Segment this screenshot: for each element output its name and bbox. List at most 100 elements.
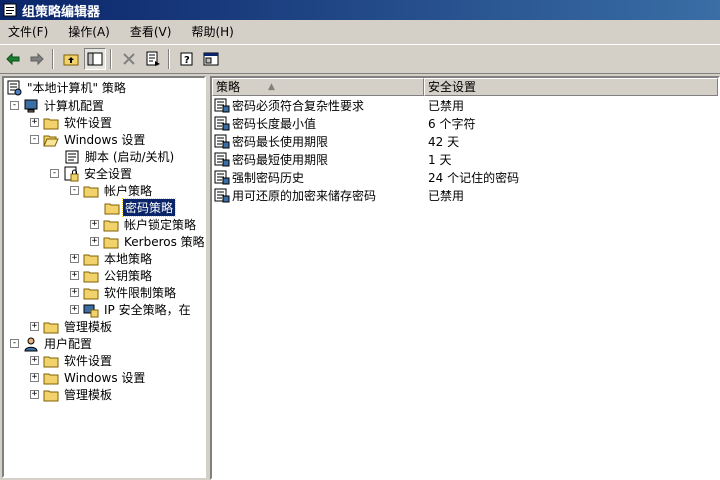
tree-label: 用户配置 bbox=[44, 337, 93, 351]
tree-item-computer-config[interactable]: - 计算机配置 bbox=[10, 97, 106, 114]
expand-toggle[interactable]: + bbox=[90, 220, 99, 229]
tree-item-account-policies[interactable]: - 帐户策略 bbox=[70, 182, 154, 199]
column-header-label: 安全设置 bbox=[428, 80, 477, 94]
tree-label: 公钥策略 bbox=[104, 269, 153, 283]
folder-icon bbox=[43, 373, 59, 384]
tree-label: 帐户锁定策略 bbox=[124, 218, 197, 232]
tree-item-kerberos-policy[interactable]: + Kerberos 策略 bbox=[90, 233, 204, 250]
list-row[interactable]: 密码必须符合复杂性要求 已禁用 bbox=[212, 96, 718, 114]
tree-item-local-policy[interactable]: "本地计算机" 策略 bbox=[6, 79, 128, 96]
menu-help[interactable]: 帮助(H) bbox=[183, 22, 241, 42]
tree-item-public-key-policies[interactable]: + 公钥策略 bbox=[70, 267, 154, 284]
list-row[interactable]: 密码长度最小值 6 个字符 bbox=[212, 114, 718, 132]
tree-label: 管理模板 bbox=[64, 320, 113, 334]
collapse-toggle[interactable]: - bbox=[50, 169, 59, 178]
tree-item-password-policy[interactable]: 密码策略 bbox=[104, 198, 177, 217]
policy-setting-icon bbox=[214, 188, 230, 203]
tree-item-windows-settings[interactable]: - Windows 设置 bbox=[30, 131, 147, 148]
sort-ascending-icon: ▲ bbox=[268, 82, 275, 92]
tree-item-user-config[interactable]: - 用户配置 bbox=[10, 335, 94, 352]
policy-cell: 密码最短使用期限 bbox=[212, 151, 424, 168]
toolbar-separator bbox=[110, 49, 112, 69]
policy-setting-icon bbox=[214, 152, 230, 167]
tree-label: 软件设置 bbox=[64, 354, 113, 368]
tree-item-user-windows-settings[interactable]: + Windows 设置 bbox=[30, 369, 147, 386]
folder-icon bbox=[43, 390, 59, 401]
expand-toggle[interactable]: + bbox=[30, 390, 39, 399]
export-list-button[interactable] bbox=[142, 48, 164, 70]
column-header-security-setting[interactable]: 安全设置 bbox=[424, 78, 718, 96]
expand-toggle[interactable]: + bbox=[70, 271, 79, 280]
collapse-toggle[interactable]: - bbox=[30, 135, 39, 144]
expand-toggle[interactable]: + bbox=[30, 118, 39, 127]
menu-file[interactable]: 文件(F) bbox=[0, 22, 56, 42]
tree-item-security-settings[interactable]: - 安全设置 bbox=[50, 165, 134, 182]
expand-toggle[interactable]: + bbox=[30, 322, 39, 331]
list-row[interactable]: 用可还原的加密来储存密码 已禁用 bbox=[212, 186, 718, 204]
column-header-policy[interactable]: 策略 ▲ bbox=[212, 78, 424, 96]
policy-setting-icon bbox=[214, 134, 230, 149]
folder-icon bbox=[83, 254, 99, 265]
menu-action[interactable]: 操作(A) bbox=[60, 22, 118, 42]
policy-setting-icon bbox=[214, 116, 230, 131]
folder-icon bbox=[83, 271, 99, 282]
tree-item-admin-templates[interactable]: + 管理模板 bbox=[30, 318, 114, 335]
folder-icon bbox=[103, 220, 119, 231]
policy-cell: 用可还原的加密来储存密码 bbox=[212, 187, 424, 204]
tree-item-scripts[interactable]: 脚本 (启动/关机) bbox=[64, 148, 176, 165]
tree-label: Windows 设置 bbox=[64, 371, 146, 385]
properties-button[interactable] bbox=[200, 48, 222, 70]
tree-item-software-settings[interactable]: + 软件设置 bbox=[30, 114, 114, 131]
tree-item-user-admin-templates[interactable]: + 管理模板 bbox=[30, 386, 114, 403]
security-icon bbox=[64, 166, 79, 181]
folder-icon bbox=[43, 118, 59, 129]
menu-bar: 文件(F) 操作(A) 查看(V) 帮助(H) bbox=[0, 22, 720, 42]
collapse-toggle[interactable]: - bbox=[70, 186, 79, 195]
collapse-toggle[interactable]: - bbox=[10, 101, 19, 110]
policy-cell: 强制密码历史 bbox=[212, 169, 424, 186]
column-header-label: 策略 bbox=[216, 80, 241, 94]
tree-label: 计算机配置 bbox=[44, 99, 105, 113]
expand-toggle[interactable]: + bbox=[30, 356, 39, 365]
expand-toggle[interactable]: + bbox=[70, 254, 79, 263]
help-button[interactable]: ? bbox=[176, 48, 198, 70]
tree-label: "本地计算机" 策略 bbox=[27, 81, 126, 95]
list-row[interactable]: 强制密码历史 24 个记住的密码 bbox=[212, 168, 718, 186]
forward-button[interactable] bbox=[26, 48, 48, 70]
back-button[interactable] bbox=[2, 48, 24, 70]
policy-name: 强制密码历史 bbox=[232, 170, 305, 185]
collapse-toggle[interactable]: - bbox=[10, 339, 19, 348]
console-tree[interactable]: "本地计算机" 策略 - 计算机配置 + 软件设置 - Windows 设置 脚… bbox=[2, 76, 206, 478]
toolbar: ? bbox=[0, 44, 720, 74]
title-bar[interactable]: 组策略编辑器 bbox=[0, 0, 720, 20]
menu-view[interactable]: 查看(V) bbox=[122, 22, 180, 42]
tree-item-local-policies[interactable]: + 本地策略 bbox=[70, 250, 154, 267]
properties-icon bbox=[203, 52, 219, 66]
tree-item-ip-security-policies[interactable]: + IP 安全策略，在 bbox=[70, 301, 193, 318]
details-list[interactable]: 策略 ▲ 安全设置 密码必须符合复杂性要求 已禁用 密码长度最小值 6 个字符 … bbox=[210, 76, 720, 480]
group-policy-app-icon bbox=[3, 3, 17, 17]
policy-root-icon bbox=[7, 80, 22, 95]
expand-toggle[interactable]: + bbox=[70, 305, 79, 314]
delete-button[interactable] bbox=[118, 48, 140, 70]
tree-label: 软件限制策略 bbox=[104, 286, 177, 300]
expand-toggle[interactable]: + bbox=[70, 288, 79, 297]
policy-name: 密码最长使用期限 bbox=[232, 134, 329, 149]
help-icon: ? bbox=[180, 52, 193, 66]
policy-name: 密码长度最小值 bbox=[232, 116, 317, 131]
policy-cell: 密码长度最小值 bbox=[212, 115, 424, 132]
toolbar-separator bbox=[52, 49, 54, 69]
expand-toggle[interactable]: + bbox=[30, 373, 39, 382]
show-hide-tree-button[interactable] bbox=[84, 48, 106, 70]
expand-toggle[interactable]: + bbox=[90, 237, 99, 246]
list-row[interactable]: 密码最短使用期限 1 天 bbox=[212, 150, 718, 168]
tree-item-account-lockout-policy[interactable]: + 帐户锁定策略 bbox=[90, 216, 198, 233]
tree-item-software-restriction-policies[interactable]: + 软件限制策略 bbox=[70, 284, 178, 301]
up-one-level-button[interactable] bbox=[60, 48, 82, 70]
policy-cell: 密码必须符合复杂性要求 bbox=[212, 97, 424, 114]
list-row[interactable]: 密码最长使用期限 42 天 bbox=[212, 132, 718, 150]
tree-label: IP 安全策略，在 bbox=[104, 303, 191, 317]
svg-text:?: ? bbox=[184, 55, 190, 66]
tree-item-user-software-settings[interactable]: + 软件设置 bbox=[30, 352, 114, 369]
list-header: 策略 ▲ 安全设置 bbox=[212, 78, 718, 96]
